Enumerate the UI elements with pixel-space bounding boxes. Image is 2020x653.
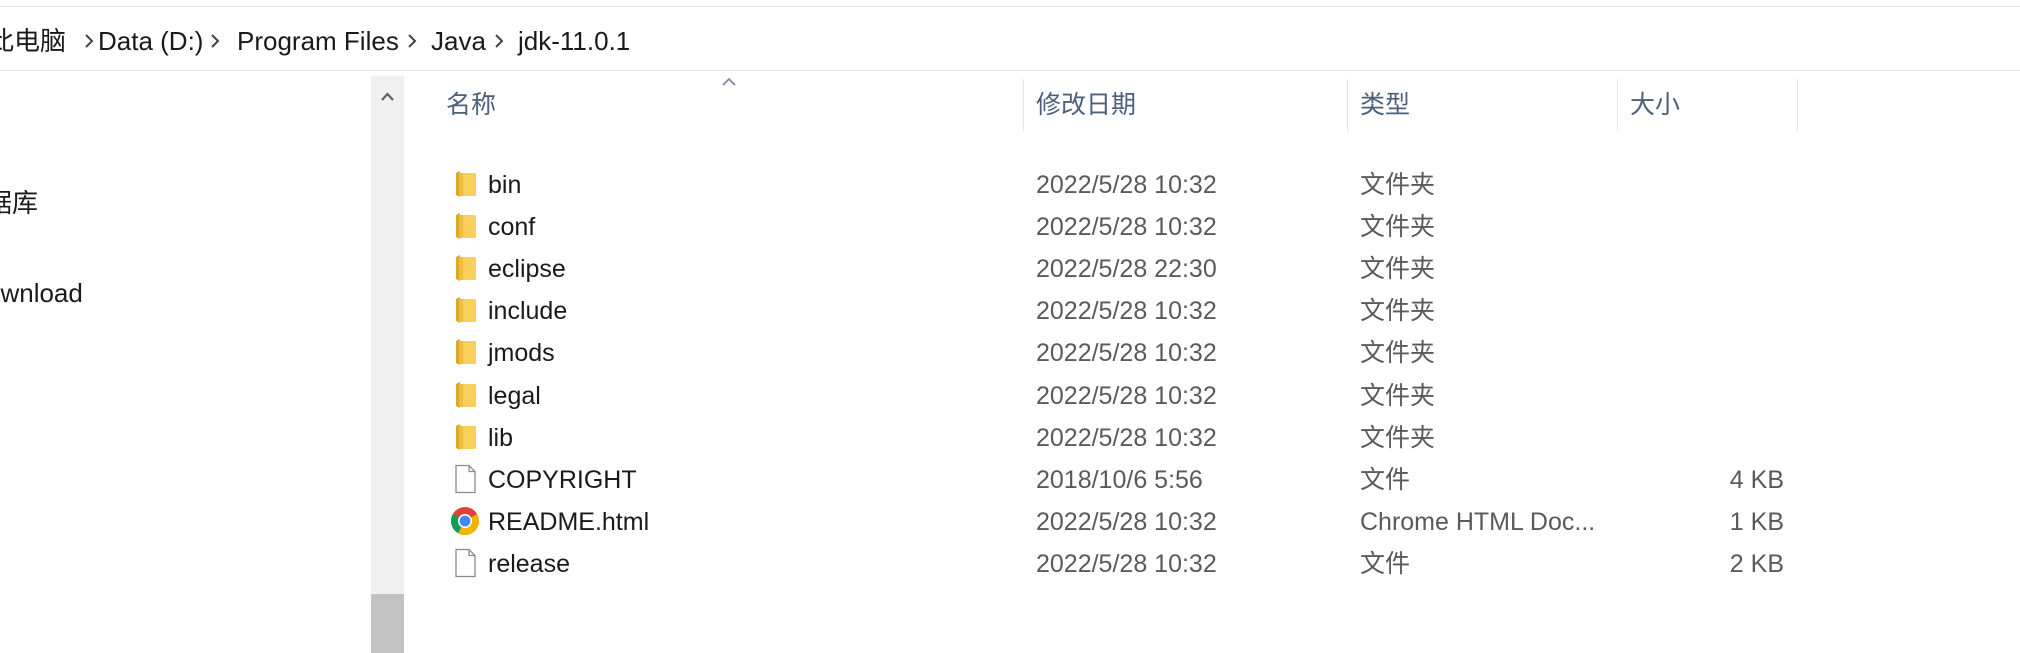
file-type: 文件夹 (1360, 423, 1436, 452)
file-name: jmods (488, 339, 555, 368)
file-row[interactable]: include 2022/5/28 10:32 文件夹 (404, 289, 1804, 331)
file-date-modified: 2022/5/28 10:32 (1036, 507, 1217, 536)
file-name: eclipse (488, 255, 566, 284)
file-name: release (488, 549, 570, 578)
chevron-right-icon[interactable] (80, 32, 98, 50)
chevron-right-icon[interactable] (206, 32, 224, 50)
file-name: include (488, 297, 568, 326)
file-size: 1 KB (1729, 507, 1784, 536)
file-date-modified: 2022/5/28 22:30 (1036, 255, 1217, 284)
file-type: 文件夹 (1360, 255, 1436, 284)
navigation-pane: 据库 ownload (0, 71, 370, 653)
file-type: 文件夹 (1360, 381, 1436, 410)
file-size (1584, 416, 1784, 458)
file-row[interactable]: release 2022/5/28 10:32 文件 2 KB (404, 542, 1804, 584)
file-size (1584, 205, 1784, 247)
file-date-modified: 2018/10/6 5:56 (1036, 465, 1203, 494)
file-date-modified: 2022/5/28 10:32 (1036, 549, 1217, 578)
file-size (1584, 331, 1784, 373)
file-row[interactable]: lib 2022/5/28 10:32 文件夹 (404, 416, 1804, 458)
file-list: 名称 修改日期 类型 大小 bin 2022/5/28 10:32 文件夹 conf 2… (404, 71, 2020, 653)
folder-icon (450, 211, 480, 241)
file-date-modified: 2022/5/28 10:32 (1036, 423, 1217, 452)
file-row[interactable]: jmods 2022/5/28 10:32 文件夹 (404, 331, 1804, 373)
file-row[interactable]: legal 2022/5/28 10:32 文件夹 (404, 374, 1804, 416)
folder-icon (450, 295, 480, 325)
column-header: 名称 修改日期 类型 大小 (404, 71, 2020, 137)
file-type: Chrome HTML Doc... (1360, 507, 1596, 536)
file-type: 文件夹 (1360, 213, 1436, 242)
scroll-up-arrow-icon[interactable] (371, 76, 404, 116)
breadcrumb-program-files[interactable]: Program Files (237, 10, 399, 70)
file-date-modified: 2022/5/28 10:32 (1036, 381, 1217, 410)
file-date-modified: 2022/5/28 10:32 (1036, 297, 1217, 326)
file-name: legal (488, 381, 541, 410)
window-top-edge (0, 6, 2020, 7)
file-type: 文件夹 (1360, 297, 1436, 326)
file-name: README.html (488, 507, 650, 536)
breadcrumb[interactable]: 此电脑 Data (D:) Program Files Java jdk-11.… (0, 10, 2020, 71)
folder-icon (450, 253, 480, 283)
file-size: 2 KB (1729, 549, 1784, 578)
nav-scrollbar[interactable] (371, 76, 404, 653)
breadcrumb-this-pc[interactable]: 此电脑 (0, 10, 66, 70)
file-type: 文件夹 (1360, 339, 1436, 368)
file-date-modified: 2022/5/28 10:32 (1036, 213, 1217, 242)
chevron-right-icon[interactable] (403, 32, 421, 50)
column-divider[interactable] (1797, 79, 1798, 131)
file-row[interactable]: conf 2022/5/28 10:32 文件夹 (404, 205, 1804, 247)
nav-item-database[interactable]: 据库 (0, 183, 38, 220)
file-size: 4 KB (1729, 465, 1784, 494)
file-date-modified: 2022/5/28 10:32 (1036, 171, 1217, 199)
chevron-right-icon[interactable] (490, 32, 508, 50)
folder-icon (450, 380, 480, 410)
scroll-thumb[interactable] (371, 594, 404, 653)
folder-icon (450, 169, 480, 199)
column-header-date[interactable]: 修改日期 (1036, 71, 1136, 137)
column-header-type[interactable]: 类型 (1360, 71, 1410, 137)
folder-icon (450, 337, 480, 367)
file-size (1584, 163, 1784, 205)
column-divider[interactable] (1023, 79, 1024, 131)
column-divider[interactable] (1347, 79, 1348, 131)
breadcrumb-java[interactable]: Java (431, 10, 486, 70)
column-header-size[interactable]: 大小 (1630, 71, 1680, 137)
chrome-icon (450, 506, 480, 536)
file-name: bin (488, 171, 522, 199)
column-divider[interactable] (1617, 79, 1618, 131)
file-type: 文件夹 (1360, 171, 1436, 199)
file-row[interactable]: README.html 2022/5/28 10:32 Chrome HTML Do… (404, 500, 1804, 542)
file-icon (450, 464, 480, 494)
breadcrumb-current-folder[interactable]: jdk-11.0.1 (518, 10, 630, 70)
file-row[interactable]: bin 2022/5/28 10:32 文件夹 (404, 163, 1804, 205)
file-size (1584, 374, 1784, 416)
column-header-name[interactable]: 名称 (446, 71, 496, 137)
nav-item-download[interactable]: ownload (0, 278, 83, 309)
file-type: 文件 (1360, 549, 1411, 578)
file-row[interactable]: eclipse 2022/5/28 22:30 文件夹 (404, 247, 1804, 289)
file-size (1584, 247, 1784, 289)
file-date-modified: 2022/5/28 10:32 (1036, 339, 1217, 368)
file-type: 文件 (1360, 465, 1411, 494)
file-name: lib (488, 423, 514, 452)
file-icon (450, 548, 480, 578)
file-name: COPYRIGHT (488, 465, 637, 494)
folder-icon (450, 422, 480, 452)
file-size (1584, 289, 1784, 331)
file-row[interactable]: COPYRIGHT 2018/10/6 5:56 文件 4 KB (404, 458, 1804, 500)
sort-ascending-icon (722, 77, 736, 86)
breadcrumb-data-drive[interactable]: Data (D:) (98, 10, 203, 70)
file-name: conf (488, 213, 536, 242)
